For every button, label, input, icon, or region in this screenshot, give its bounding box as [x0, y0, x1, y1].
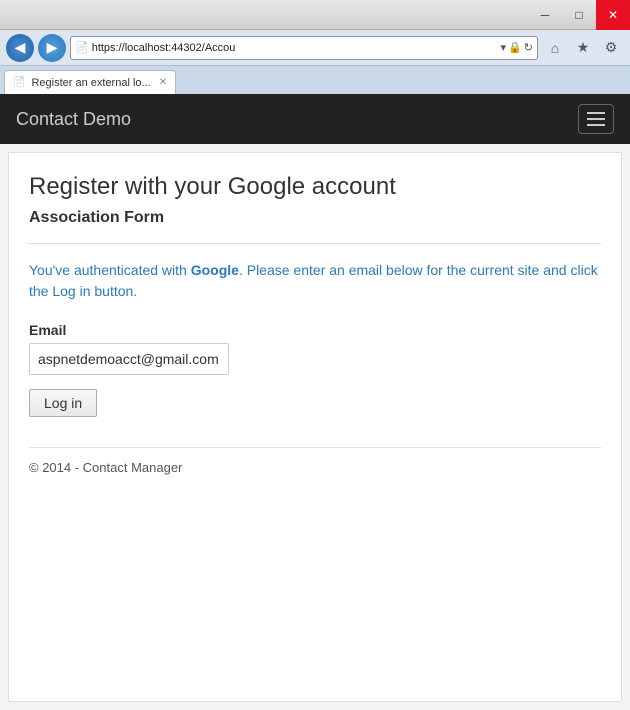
hamburger-line-2 — [587, 118, 605, 120]
title-bar: ─ □ ✕ — [0, 0, 630, 30]
close-button[interactable]: ✕ — [596, 0, 630, 30]
footer: © 2014 - Contact Manager — [29, 447, 601, 475]
address-bar-icons: ▾ 🔒 ↻ — [501, 41, 533, 54]
info-text-part1: You've authenticated with — [29, 262, 191, 278]
favorites-icon[interactable]: ★ — [570, 35, 596, 61]
minimize-button[interactable]: ─ — [528, 0, 562, 30]
divider-top — [29, 243, 601, 244]
url-text: https://localhost:44302/Accou — [92, 42, 498, 54]
browser-window: ─ □ ✕ ◀ ▶ 📄 https://localhost:44302/Acco… — [0, 0, 630, 710]
window-controls: ─ □ ✕ — [528, 0, 630, 30]
maximize-button[interactable]: □ — [562, 0, 596, 30]
hamburger-line-1 — [587, 112, 605, 114]
info-text: You've authenticated with Google. Please… — [29, 260, 601, 302]
tab-bar: 📄 Register an external lo... ✕ — [0, 66, 630, 94]
dropdown-icon[interactable]: ▾ — [501, 41, 507, 54]
page-heading: Register with your Google account — [29, 173, 601, 201]
content-inner: Register with your Google account Associ… — [8, 152, 622, 702]
sub-heading: Association Form — [29, 209, 601, 227]
refresh-icon[interactable]: ↻ — [524, 41, 533, 54]
hamburger-line-3 — [587, 124, 605, 126]
address-bar[interactable]: 📄 https://localhost:44302/Accou ▾ 🔒 ↻ — [70, 36, 538, 60]
login-button[interactable]: Log in — [29, 389, 97, 417]
app-title: Contact Demo — [16, 109, 131, 130]
browser-toolbar: ◀ ▶ 📄 https://localhost:44302/Accou ▾ 🔒 … — [0, 30, 630, 66]
email-label: Email — [29, 322, 601, 338]
email-field-group: Email — [29, 322, 601, 375]
forward-button[interactable]: ▶ — [38, 34, 66, 62]
page-icon: 📄 — [75, 41, 89, 54]
settings-icon[interactable]: ⚙ — [598, 35, 624, 61]
home-icon[interactable]: ⌂ — [542, 35, 568, 61]
google-text: Google — [191, 262, 239, 278]
browser-utility-icons: ⌂ ★ ⚙ — [542, 35, 624, 61]
active-tab[interactable]: 📄 Register an external lo... ✕ — [4, 70, 176, 94]
hamburger-menu-button[interactable] — [578, 104, 614, 134]
app-header: Contact Demo — [0, 94, 630, 144]
tab-close-button[interactable]: ✕ — [159, 77, 167, 88]
back-button[interactable]: ◀ — [6, 34, 34, 62]
content-area: Register with your Google account Associ… — [0, 144, 630, 710]
security-icon: 🔒 — [508, 41, 522, 54]
footer-text: © 2014 - Contact Manager — [29, 460, 182, 475]
tab-favicon: 📄 — [13, 77, 25, 88]
tab-label: Register an external lo... — [31, 77, 150, 89]
email-input[interactable] — [29, 343, 229, 375]
